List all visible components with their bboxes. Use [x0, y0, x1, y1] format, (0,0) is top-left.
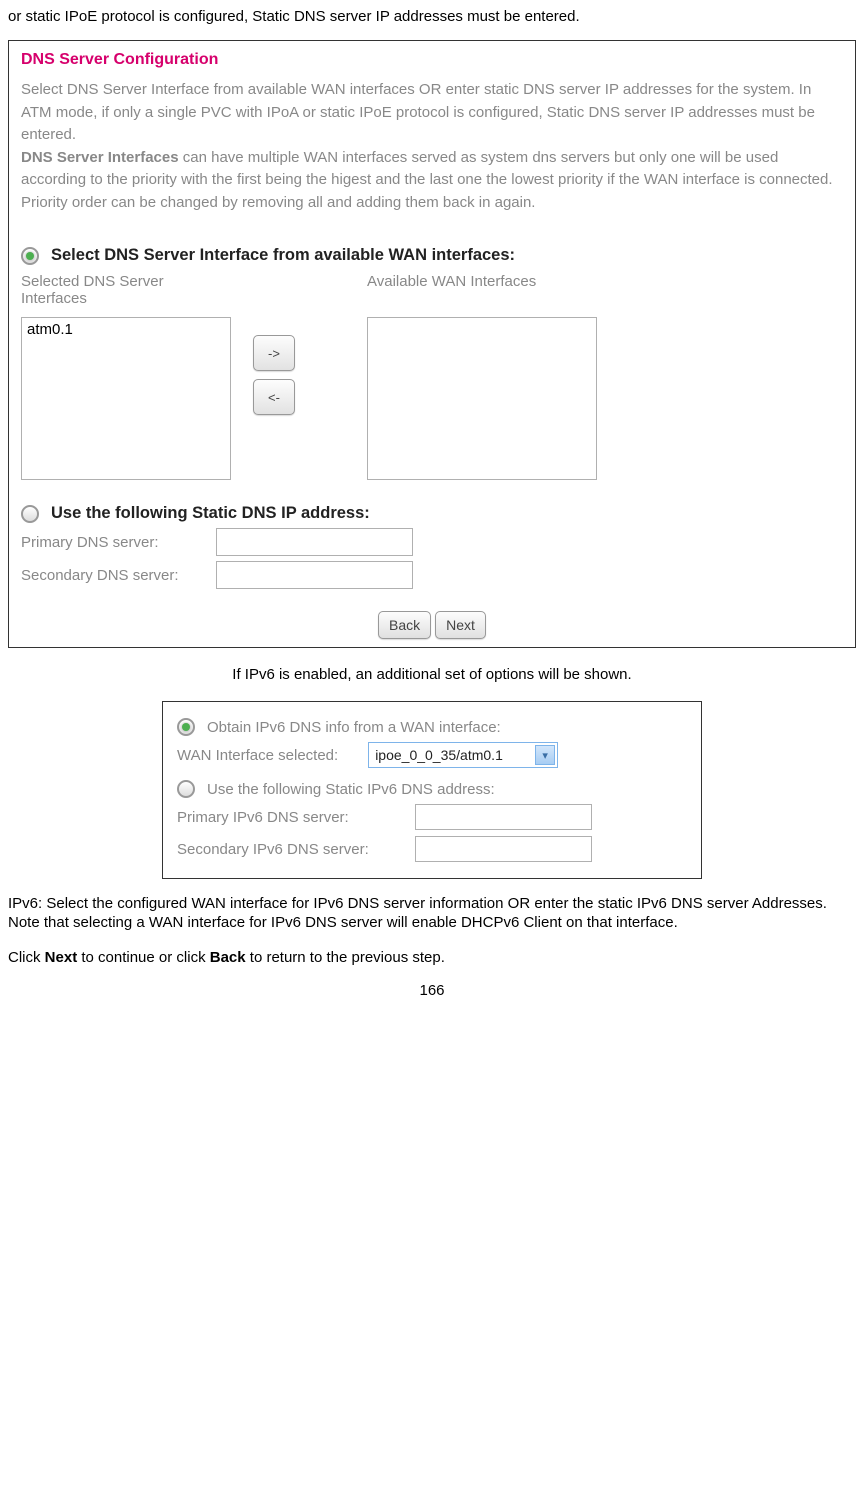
back-button[interactable]: Back	[378, 611, 431, 639]
secondary-dns-input[interactable]	[216, 561, 413, 589]
page-number: 166	[8, 982, 856, 999]
footer-line2: Note that selecting a WAN interface for …	[8, 914, 856, 931]
panel-description: Select DNS Server Interface from availab…	[21, 79, 843, 214]
listbox-area: Selected DNS Server Interfaces atm0.1 ->…	[21, 273, 843, 480]
radio-static-dns-row[interactable]: Use the following Static DNS IP address:	[21, 504, 843, 523]
available-column: Available WAN Interfaces	[327, 273, 597, 480]
arrow-buttons: -> <-	[253, 331, 295, 419]
back-bold: Back	[210, 949, 246, 966]
secondary-ipv6-label: Secondary IPv6 DNS server:	[177, 841, 407, 858]
footer-line3: Click Next to continue or click Back to …	[8, 949, 856, 966]
secondary-ipv6-row: Secondary IPv6 DNS server:	[177, 836, 687, 862]
primary-ipv6-input[interactable]	[415, 804, 592, 830]
selected-column: Selected DNS Server Interfaces atm0.1	[21, 273, 231, 480]
selected-header: Selected DNS Server Interfaces	[21, 273, 231, 317]
radio-icon	[21, 505, 39, 523]
desc-bold: DNS Server Interfaces	[21, 149, 179, 166]
radio-icon	[177, 718, 195, 736]
select-value: ipoe_0_0_35/atm0.1	[375, 747, 503, 763]
text: to continue or click	[77, 949, 210, 966]
next-bold: Next	[45, 949, 78, 966]
secondary-ipv6-input[interactable]	[415, 836, 592, 862]
radio-static-ipv6-row[interactable]: Use the following Static IPv6 DNS addres…	[177, 780, 687, 798]
radio-label: Use the following Static DNS IP address:	[51, 504, 370, 523]
radio-icon	[177, 780, 195, 798]
primary-dns-row: Primary DNS server:	[21, 528, 843, 556]
wan-interface-row: WAN Interface selected: ipoe_0_0_35/atm0…	[177, 742, 687, 768]
available-header: Available WAN Interfaces	[327, 273, 597, 317]
move-right-button[interactable]: ->	[253, 335, 295, 371]
desc-text-1: Select DNS Server Interface from availab…	[21, 81, 815, 143]
primary-ipv6-label: Primary IPv6 DNS server:	[177, 809, 407, 826]
nav-buttons: Back Next	[21, 611, 843, 639]
next-button[interactable]: Next	[435, 611, 486, 639]
ipv6-panel: Obtain IPv6 DNS info from a WAN interfac…	[162, 701, 702, 879]
radio-label: Use the following Static IPv6 DNS addres…	[207, 781, 495, 798]
radio-label: Select DNS Server Interface from availab…	[51, 246, 515, 265]
panel-title: DNS Server Configuration	[21, 51, 843, 69]
radio-icon	[21, 247, 39, 265]
primary-dns-input[interactable]	[216, 528, 413, 556]
secondary-dns-row: Secondary DNS server:	[21, 561, 843, 589]
dns-config-panel: DNS Server Configuration Select DNS Serv…	[8, 40, 856, 648]
text: Click	[8, 949, 45, 966]
ipv6-caption: If IPv6 is enabled, an additional set of…	[8, 666, 856, 683]
wan-interface-select[interactable]: ipoe_0_0_35/atm0.1 ▾	[368, 742, 558, 768]
primary-ipv6-row: Primary IPv6 DNS server:	[177, 804, 687, 830]
radio-obtain-ipv6-row[interactable]: Obtain IPv6 DNS info from a WAN interfac…	[177, 718, 687, 736]
intro-text: or static IPoE protocol is configured, S…	[8, 8, 856, 25]
wan-interface-label: WAN Interface selected:	[177, 747, 338, 764]
list-item[interactable]: atm0.1	[27, 321, 225, 338]
available-listbox[interactable]	[367, 317, 597, 480]
chevron-down-icon: ▾	[535, 745, 555, 765]
selected-listbox[interactable]: atm0.1	[21, 317, 231, 480]
secondary-dns-label: Secondary DNS server:	[21, 567, 216, 584]
move-left-button[interactable]: <-	[253, 379, 295, 415]
text: to return to the previous step.	[246, 949, 445, 966]
footer-line1: IPv6: Select the configured WAN interfac…	[8, 895, 856, 912]
radio-select-interface-row[interactable]: Select DNS Server Interface from availab…	[21, 246, 843, 265]
radio-label: Obtain IPv6 DNS info from a WAN interfac…	[207, 719, 501, 736]
primary-dns-label: Primary DNS server:	[21, 534, 216, 551]
